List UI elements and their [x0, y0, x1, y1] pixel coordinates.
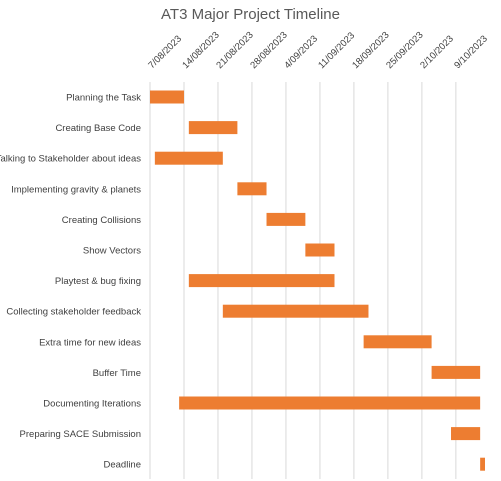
task-label: Playtest & bug fixing — [55, 276, 141, 287]
x-tick-label: 7/08/2023 — [146, 33, 184, 71]
task-bar — [237, 182, 267, 196]
task-label: Extra time for new ideas — [39, 337, 141, 348]
task-label: Deadline — [104, 460, 142, 471]
task-bar — [431, 365, 481, 379]
task-bar — [154, 151, 223, 165]
task-label: Show Vectors — [83, 246, 141, 257]
task-bar — [305, 243, 335, 257]
task-label: Buffer Time — [93, 368, 141, 379]
task-label: Creating Base Code — [55, 123, 141, 134]
task-label: Talking to Stakeholder about ideas — [0, 154, 141, 165]
task-bar — [480, 457, 485, 471]
task-bar — [222, 304, 369, 318]
task-label: Documenting Iterations — [43, 399, 141, 410]
x-tick-label: 9/10/2023 — [452, 33, 490, 71]
task-bar — [179, 396, 481, 410]
task-bar — [188, 121, 238, 135]
task-label: Planning the Task — [66, 93, 141, 104]
task-label: Creating Collisions — [62, 215, 141, 226]
task-bar — [363, 335, 432, 349]
gantt-chart: AT3 Major Project Timeline 7/08/2023 14/0… — [0, 0, 501, 481]
task-bar — [188, 274, 335, 288]
task-bar — [150, 90, 184, 104]
task-label: Collecting stakeholder feedback — [6, 307, 141, 318]
task-bar — [266, 212, 306, 226]
task-label: Implementing gravity & planets — [11, 184, 141, 195]
task-label: Preparing SACE Submission — [20, 429, 141, 440]
chart-plot: 7/08/202314/08/202321/08/202328/08/20234… — [0, 30, 490, 479]
task-bar — [451, 427, 481, 441]
